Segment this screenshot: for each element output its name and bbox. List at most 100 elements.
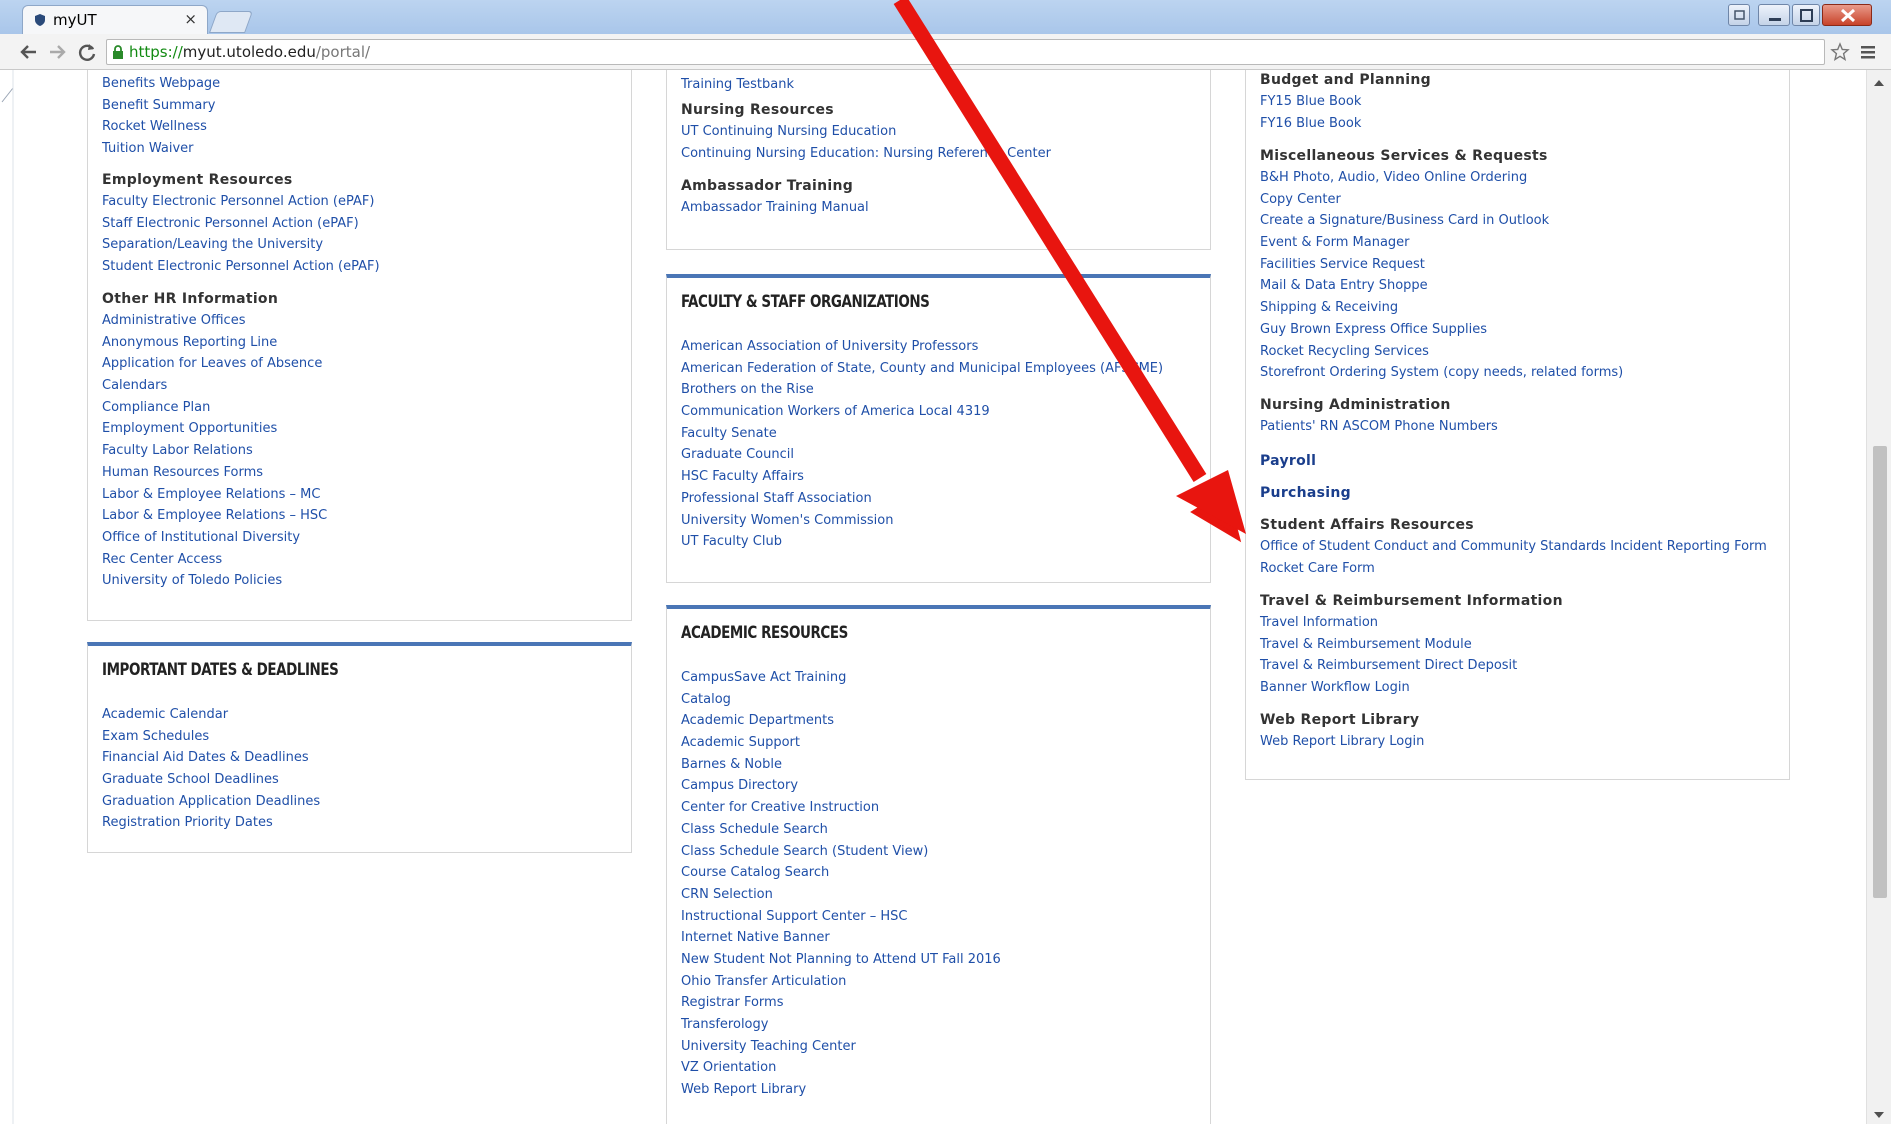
list-item[interactable]: Academic Departments [681,710,1001,732]
purchasing-link[interactable]: Purchasing [1260,482,1351,504]
list-item[interactable]: Event & Form Manager [1260,232,1623,254]
list-item[interactable]: Mail & Data Entry Shoppe [1260,275,1623,297]
list-item[interactable]: Catalog [681,689,1001,711]
list-item[interactable]: Travel Information [1260,612,1563,634]
separation-link[interactable]: Separation/Leaving the University [102,234,380,256]
list-item[interactable]: Barnes & Noble [681,754,1001,776]
list-item[interactable]: Academic Calendar [102,704,320,726]
benefits-webpage-link[interactable]: Benefits Webpage [102,73,220,95]
list-item[interactable]: Registration Priority Dates [102,812,320,834]
staff-epaf-link[interactable]: Staff Electronic Personnel Action (ePAF) [102,213,380,235]
ambassador-manual-link[interactable]: Ambassador Training Manual [681,197,869,219]
list-item[interactable]: CampusSave Act Training [681,667,1001,689]
address-bar[interactable]: https://myut.utoledo.edu/portal/ [106,39,1825,65]
list-item[interactable]: Faculty Senate [681,423,1163,445]
back-arrow-icon[interactable] [18,41,40,63]
list-item[interactable]: Exam Schedules [102,726,320,748]
training-testbank-link[interactable]: Training Testbank [681,74,794,96]
list-item[interactable]: Labor & Employee Relations – HSC [102,505,327,527]
rocket-wellness-link[interactable]: Rocket Wellness [102,116,220,138]
scrollbar-thumb[interactable] [1873,446,1887,898]
incident-reporting-form-link[interactable]: Office of Student Conduct and Community … [1260,536,1767,558]
list-item[interactable]: Center for Creative Instruction [681,797,1001,819]
list-item[interactable]: Course Catalog Search [681,862,1001,884]
list-item[interactable]: Application for Leaves of Absence [102,353,327,375]
list-item[interactable]: Web Report Library [681,1079,1001,1101]
reload-icon[interactable] [76,41,98,63]
list-item[interactable]: Faculty Labor Relations [102,440,327,462]
list-item[interactable]: CRN Selection [681,884,1001,906]
list-item[interactable]: UT Continuing Nursing Education [681,121,1051,143]
list-item[interactable]: Continuing Nursing Education: Nursing Re… [681,143,1051,165]
list-item[interactable]: Financial Aid Dates & Deadlines [102,747,320,769]
list-item[interactable]: Administrative Offices [102,310,327,332]
list-item[interactable]: Labor & Employee Relations – MC [102,484,327,506]
close-window-button[interactable] [1822,4,1872,26]
bookmark-star-icon[interactable] [1830,42,1850,62]
list-item[interactable]: Academic Support [681,732,1001,754]
tab-close-button[interactable]: × [184,10,197,28]
list-item[interactable]: Shipping & Receiving [1260,297,1623,319]
list-item[interactable]: Brothers on the Rise [681,379,1163,401]
menu-icon[interactable] [1860,44,1876,60]
list-item[interactable]: Transferology [681,1014,1001,1036]
list-item[interactable]: Human Resources Forms [102,462,327,484]
list-item[interactable]: Calendars [102,375,327,397]
list-item[interactable]: Graduate Council [681,444,1163,466]
list-item[interactable]: Registrar Forms [681,992,1001,1014]
list-item[interactable]: VZ Orientation [681,1057,1001,1079]
maximize-button[interactable] [1792,4,1820,26]
web-report-login-link[interactable]: Web Report Library Login [1260,731,1424,753]
student-epaf-link[interactable]: Student Electronic Personnel Action (ePA… [102,256,380,278]
list-item[interactable]: Class Schedule Search (Student View) [681,841,1001,863]
list-item[interactable]: Travel & Reimbursement Module [1260,634,1563,656]
list-item[interactable]: Communication Workers of America Local 4… [681,401,1163,423]
list-item[interactable]: UT Faculty Club [681,531,1163,553]
minimize-button[interactable] [1758,4,1790,26]
rocket-care-form-link[interactable]: Rocket Care Form [1260,558,1767,580]
browser-tab[interactable]: myUT × [22,5,208,34]
list-item[interactable]: B&H Photo, Audio, Video Online Ordering [1260,167,1623,189]
forward-arrow-icon[interactable] [46,41,68,63]
list-item[interactable]: FY16 Blue Book [1260,113,1431,135]
list-item[interactable]: Ohio Transfer Articulation [681,971,1001,993]
list-item[interactable]: Facilities Service Request [1260,254,1623,276]
list-item[interactable]: New Student Not Planning to Attend UT Fa… [681,949,1001,971]
list-item[interactable]: American Federation of State, County and… [681,358,1163,380]
list-item[interactable]: Employment Opportunities [102,418,327,440]
list-item[interactable]: Office of Institutional Diversity [102,527,327,549]
list-item[interactable]: Guy Brown Express Office Supplies [1260,319,1623,341]
new-tab-button[interactable] [208,11,254,33]
list-item[interactable]: Professional Staff Association [681,488,1163,510]
scroll-up-arrow-icon[interactable] [1874,80,1884,86]
list-item[interactable]: FY15 Blue Book [1260,91,1431,113]
scroll-down-arrow-icon[interactable] [1874,1112,1884,1118]
profile-button[interactable] [1728,4,1750,26]
list-item[interactable]: Campus Directory [681,775,1001,797]
list-item[interactable]: Graduate School Deadlines [102,769,320,791]
list-item[interactable]: HSC Faculty Affairs [681,466,1163,488]
list-item[interactable]: University Teaching Center [681,1036,1001,1058]
list-item[interactable]: Rec Center Access [102,549,327,571]
list-item[interactable]: Class Schedule Search [681,819,1001,841]
list-item[interactable]: Patients' RN ASCOM Phone Numbers [1260,416,1498,438]
vertical-scrollbar[interactable] [1866,70,1891,1124]
list-item[interactable]: Banner Workflow Login [1260,677,1563,699]
list-item[interactable]: American Association of University Profe… [681,336,1163,358]
list-item[interactable]: Copy Center [1260,189,1623,211]
list-item[interactable]: University of Toledo Policies [102,570,327,592]
list-item[interactable]: Storefront Ordering System (copy needs, … [1260,362,1623,384]
tuition-waiver-link[interactable]: Tuition Waiver [102,138,220,160]
list-item[interactable]: Compliance Plan [102,397,327,419]
list-item[interactable]: Graduation Application Deadlines [102,791,320,813]
faculty-epaf-link[interactable]: Faculty Electronic Personnel Action (ePA… [102,191,380,213]
list-item[interactable]: Instructional Support Center – HSC [681,906,1001,928]
list-item[interactable]: Anonymous Reporting Line [102,332,327,354]
list-item[interactable]: Travel & Reimbursement Direct Deposit [1260,655,1563,677]
payroll-link[interactable]: Payroll [1260,450,1316,472]
benefit-summary-link[interactable]: Benefit Summary [102,95,220,117]
list-item[interactable]: University Women's Commission [681,510,1163,532]
list-item[interactable]: Internet Native Banner [681,927,1001,949]
list-item[interactable]: Create a Signature/Business Card in Outl… [1260,210,1623,232]
list-item[interactable]: Rocket Recycling Services [1260,341,1623,363]
